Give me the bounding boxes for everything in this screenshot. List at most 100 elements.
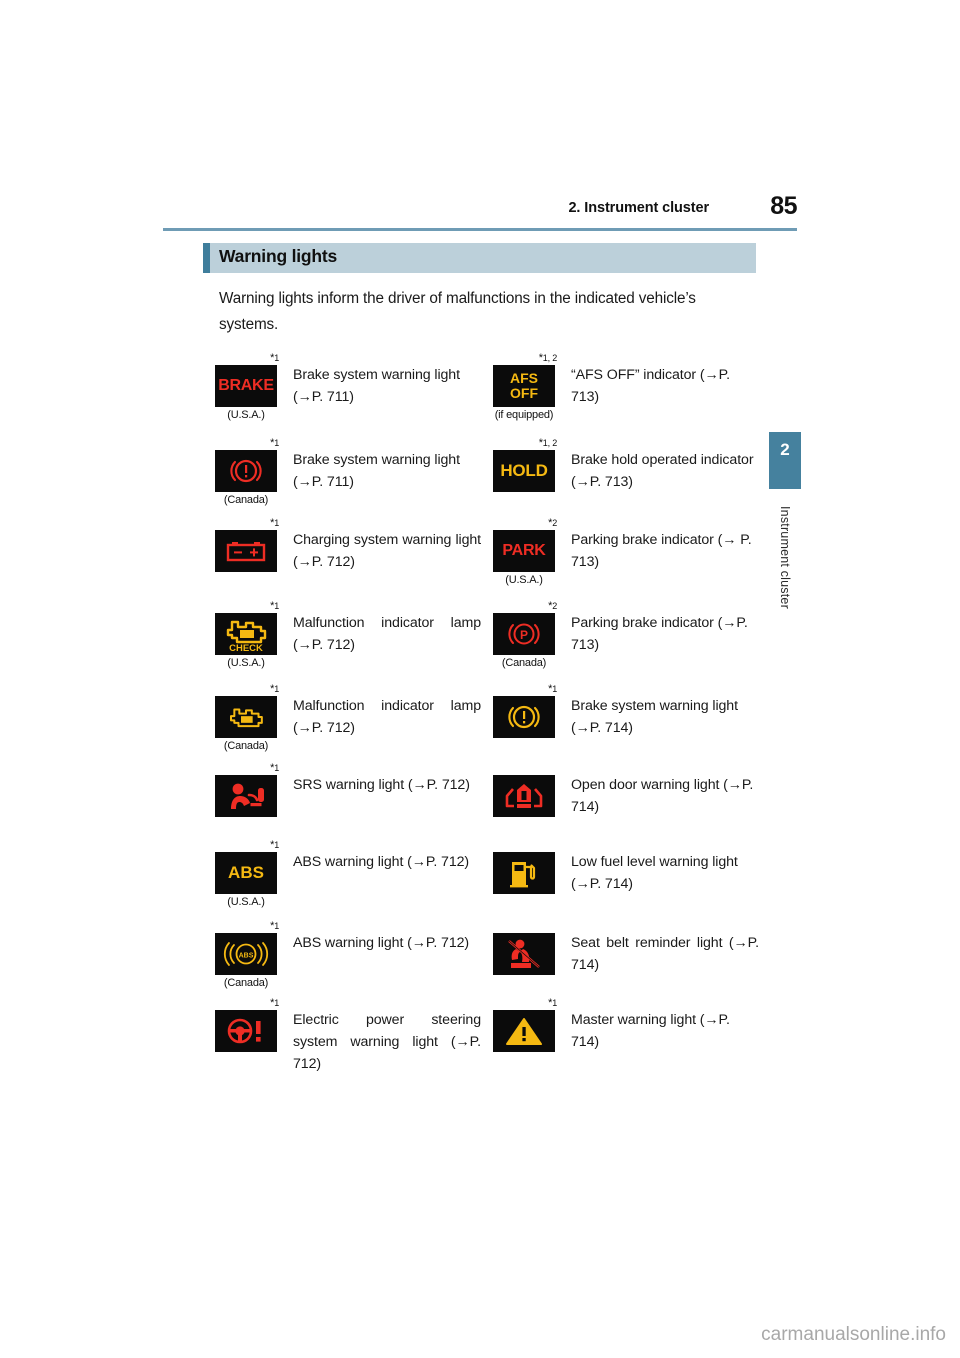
warning-light-description: Brake hold operated indicator (→P. 713) [571,452,754,490]
footnote-marker: *1, 2 [538,352,558,364]
footnote-marker: *1 [270,517,279,529]
warning-lights-table: *1 BRAKE (U.S.A.) Brake system warning l… [203,352,759,1092]
warning-light-description: Malfunction indicator lamp (→P. 712) [293,698,481,736]
footnote-marker: *1 [548,997,557,1009]
warning-light-entry: *1 ABS (U.S.A.) ABS warning light (→P. 7… [203,839,481,910]
warning-light-description: Parking brake indicator (→ P. 713) [571,532,752,570]
page-number: 85 [770,192,797,220]
intro-paragraph: Warning lights inform the driver of malf… [219,290,696,333]
warning-light-entry: *1 (Canada) Brake system warning light (… [203,437,481,508]
icon-region-note: (Canada) [223,494,269,506]
footnote-marker: *1 [270,997,279,1009]
icon-column: *2 PARK (U.S.A.) [481,517,567,588]
check-engine-check-icon: CHECK [215,613,277,655]
chapter-side-label-text: Instrument cluster [778,506,792,609]
svg-text:P: P [520,628,528,642]
icon-region-note: (U.S.A.) [227,409,265,421]
icon-column: *1 [203,762,289,818]
icon-column: *1 [203,517,289,588]
footnote-marker [491,920,557,933]
chapter-side-label: Instrument cluster [769,500,801,680]
footnote-marker: *1 [270,437,279,449]
afs-off-indicator-icon: AFS OFF [493,365,555,407]
table-row: *1 BRAKE (U.S.A.) Brake system warning l… [203,352,759,423]
footnote-marker: *2 [548,517,557,529]
footnote-marker: *2 [548,600,557,612]
icon-column: *1 ABS (Canada) [203,920,289,991]
abs-text-icon: ABS [215,852,277,894]
warning-light-entry: *1, 2 AFS OFF (if equipped) “AFS OFF” ind… [481,352,759,423]
table-row: *1 (Canada) Malfunction indicator lamp (… [203,683,759,754]
icon-region-note: (U.S.A.) [227,896,265,908]
warning-light-description: ABS warning light (→P. 712) [293,935,470,951]
warning-light-description: Seat belt reminder light (→P. 714) [571,935,759,973]
fuel-pump-icon [493,852,555,894]
table-row: *1 ABS (U.S.A.) ABS warning light (→P. 7… [203,839,759,910]
warning-light-entry: *2 P (Canada) Parking brake indicator (→… [481,600,759,671]
icon-region-note: (U.S.A.) [505,574,543,586]
warning-light-entry: *1 SRS warning light (→P. 712) [203,762,481,818]
warning-light-description: Brake system warning light (→P. 714) [571,698,738,736]
section-title: Warning lights [219,246,338,266]
icon-column: *1, 2 AFS OFF (if equipped) [481,352,567,423]
icon-column: *2 P (Canada) [481,600,567,671]
abs-circle-icon: ABS [215,933,277,975]
icon-region-note: (Canada) [501,657,547,669]
warning-light-description: ABS warning light (→P. 712) [293,854,470,870]
master-warning-triangle-icon [493,1010,555,1052]
warning-light-description: SRS warning light (→P. 712) [293,777,470,793]
icon-column [481,920,567,991]
footnote-marker: *1 [270,600,279,612]
warning-light-description: Malfunction indicator lamp (→P. 712) [293,615,481,653]
icon-region-note: (if equipped) [494,409,554,421]
footnote-marker: *1 [270,920,279,932]
warning-light-entry: *2 PARK (U.S.A.) Parking brake indicator… [481,517,759,588]
table-row: *1 ABS (Canada) ABS warning light (→P. 7… [203,920,759,991]
footnote-marker: *1 [548,683,557,695]
chapter-number: 2 [780,440,790,459]
seat-belt-reminder-icon [493,933,555,975]
table-row: *1 SRS warning light (→P. 712) Open door… [203,762,759,818]
warning-light-entry: *1 Electric power steering system warnin… [203,997,481,1075]
section-accent-tab [203,243,210,273]
warning-light-entry: *1 Master warning light (→P. 714) [481,997,759,1075]
svg-text:ABS: ABS [239,953,254,960]
icon-column: *1 (Canada) [203,683,289,754]
warning-light-entry: *1 Charging system warning light (→P. 71… [203,517,481,588]
warning-light-description: Open door warning light (→P. 714) [571,777,754,815]
icon-column: *1 [481,997,567,1075]
page-header: 2. Instrument cluster 85 [163,192,797,234]
header-divider [163,228,797,231]
header-chapter-title: 2. Instrument cluster [568,200,709,216]
icon-column: *1 (Canada) [203,437,289,508]
warning-light-description: “AFS OFF” indicator (→P. 713) [571,367,730,405]
footnote-marker: *1 [270,352,279,364]
icon-column [481,839,567,910]
manual-page: 2. Instrument cluster 85 Warning lights … [0,0,960,1358]
footnote-marker [491,762,557,775]
icon-column: *1 CHECK (U.S.A.) [203,600,289,671]
warning-light-entry: *1 CHECK (U.S.A.) Malfunction indicator … [203,600,481,671]
table-row: *1 (Canada) Brake system warning light (… [203,437,759,508]
brake-text-warning-icon: BRAKE [215,365,277,407]
brake-circle-exclamation-red-icon [215,450,277,492]
warning-light-description: Master warning light (→P. 714) [571,1012,730,1050]
section-heading-band: Warning lights [203,243,756,273]
battery-charging-icon [215,530,277,572]
warning-light-entry: Open door warning light (→P. 714) [481,762,759,818]
table-row: *1 Electric power steering system warnin… [203,997,759,1075]
icon-column: *1 [203,997,289,1075]
icon-column: *1 [481,683,567,754]
svg-text:CHECK: CHECK [229,643,263,652]
warning-light-entry: *1, 2 HOLD Brake hold operated indicator… [481,437,759,508]
warning-light-description: Brake system warning light (→P. 711) [293,367,460,405]
icon-column: *1 ABS (U.S.A.) [203,839,289,910]
icon-column: *1, 2 HOLD [481,437,567,508]
watermark: carmanualsonline.info [761,1324,946,1345]
warning-light-entry: *1 Brake system warning light (→P. 714) [481,683,759,754]
chapter-tab: 2 [769,432,801,489]
warning-light-description: Parking brake indicator (→P. 713) [571,615,748,653]
icon-region-note: (Canada) [223,977,269,989]
icon-column: *1 BRAKE (U.S.A.) [203,352,289,423]
footnote-marker: *1 [270,762,279,774]
